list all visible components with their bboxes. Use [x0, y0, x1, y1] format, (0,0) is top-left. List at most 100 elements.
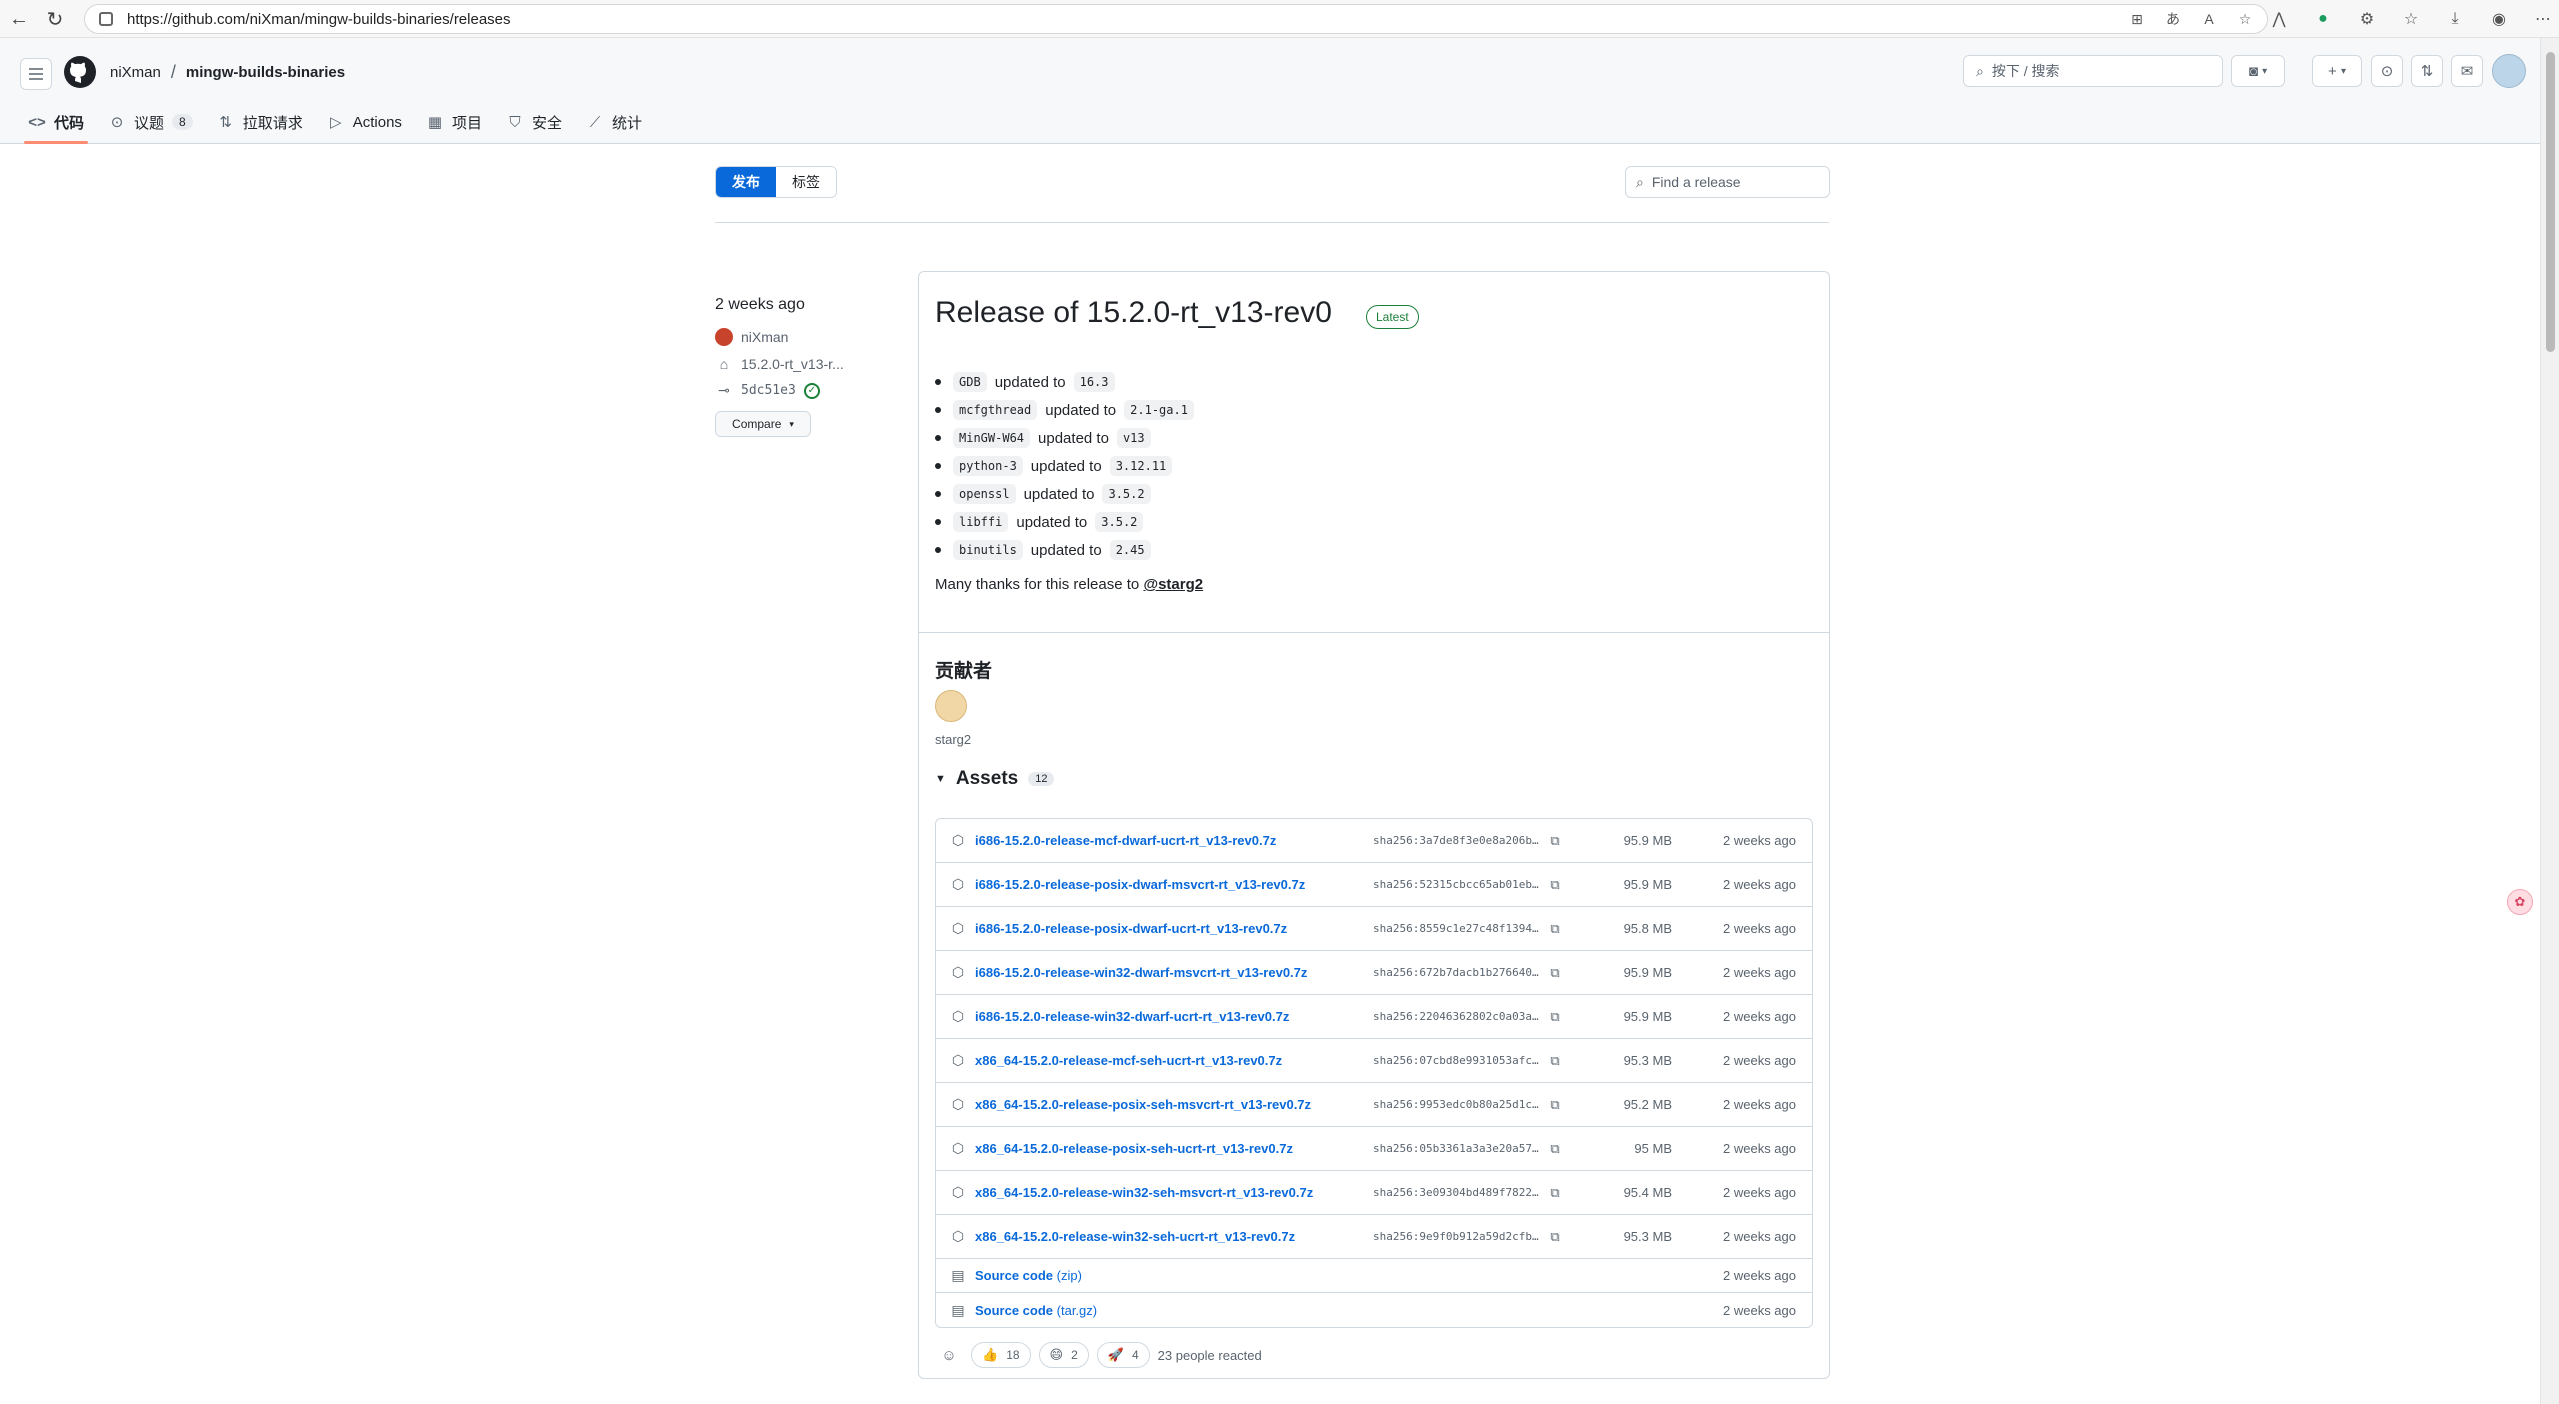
tab-insights[interactable]: ⟋ 统计	[574, 100, 654, 144]
mention-link[interactable]: @starg2	[1143, 576, 1203, 593]
commit-sha[interactable]: 5dc51e3	[741, 383, 796, 398]
asset-download-link[interactable]: x86_64-15.2.0-release-mcf-seh-ucrt-rt_v1…	[975, 1053, 1282, 1068]
pull-requests-button[interactable]: ⇅	[2411, 55, 2443, 87]
asset-download-link[interactable]: x86_64-15.2.0-release-posix-seh-msvcrt-r…	[975, 1097, 1311, 1112]
copy-icon[interactable]: ⧉	[1547, 1053, 1563, 1069]
reaction-thumbs-up[interactable]: 👍 18	[971, 1342, 1031, 1368]
extension-icon[interactable]: ⋀	[2266, 6, 2292, 32]
asset-sha256: sha256:52315cbcc65ab01eb…	[1373, 878, 1539, 891]
change-text: updated to	[1030, 541, 1102, 559]
inbox-icon: ✉	[2460, 63, 2474, 80]
extension-green-icon[interactable]: ●	[2310, 6, 2336, 32]
file-zip-icon: ▤	[951, 1301, 965, 1318]
tab-projects[interactable]: ▦ 项目	[414, 100, 494, 144]
repo-owner-link[interactable]: niXman	[110, 64, 161, 81]
release-tag[interactable]: ⌂ 15.2.0-rt_v13-r...	[715, 356, 895, 372]
translate-widget-icon[interactable]: ✿	[2507, 889, 2533, 915]
asset-download-link[interactable]: x86_64-15.2.0-release-win32-seh-msvcrt-r…	[975, 1185, 1313, 1200]
copy-icon[interactable]: ⧉	[1547, 1009, 1563, 1025]
reaction-rocket[interactable]: 🚀 4	[1096, 1342, 1150, 1368]
repo-name-link[interactable]: mingw-builds-binaries	[186, 64, 345, 81]
read-aloud-icon[interactable]: A	[2199, 9, 2219, 29]
contributor-name[interactable]: starg2	[935, 732, 971, 747]
asset-download-link[interactable]: i686-15.2.0-release-posix-dwarf-msvcrt-r…	[975, 877, 1305, 892]
find-release-input[interactable]: ⌕ Find a release	[1625, 166, 1830, 198]
asset-download-link[interactable]: i686-15.2.0-release-mcf-dwarf-ucrt-rt_v1…	[975, 833, 1276, 848]
favorite-star-icon[interactable]: ☆	[2235, 9, 2255, 29]
asset-sha256: sha256:3e09304bd489f7822…	[1373, 1186, 1539, 1199]
graph-icon: ⟋	[589, 113, 601, 131]
menu-button[interactable]	[20, 58, 52, 90]
assets-toggle[interactable]: ▼ Assets 12	[935, 768, 1055, 790]
change-text: updated to	[1016, 513, 1088, 531]
asset-download-link[interactable]: i686-15.2.0-release-posix-dwarf-ucrt-rt_…	[975, 921, 1287, 936]
more-options-icon[interactable]: ⋯	[2530, 6, 2556, 32]
create-new-button[interactable]: + ▾	[2312, 55, 2362, 87]
asset-date: 2 weeks ago	[1723, 1009, 1796, 1024]
tab-label: 安全	[531, 114, 562, 132]
add-reaction-icon[interactable]: ☺	[935, 1342, 963, 1368]
asset-sha256: sha256:07cbd8e9931053afc…	[1373, 1054, 1539, 1067]
copy-icon[interactable]: ⧉	[1547, 1141, 1563, 1157]
thanks-label: Many thanks for this release to	[935, 576, 1140, 593]
page-scrollbar[interactable]	[2540, 38, 2559, 1404]
address-bar[interactable]: https://github.com/niXman/mingw-builds-b…	[84, 4, 2268, 34]
tab-actions[interactable]: ▷ Actions	[315, 100, 414, 144]
downloads-icon[interactable]: ⤓	[2442, 6, 2468, 32]
copy-icon[interactable]: ⧉	[1547, 965, 1563, 981]
translate-icon[interactable]: あ	[2163, 9, 2183, 29]
asset-size: 95.2 MB	[1623, 1097, 1672, 1112]
copy-icon[interactable]: ⧉	[1547, 1229, 1563, 1245]
search-input[interactable]: ⌕ 按下 / 搜索	[1963, 55, 2223, 87]
asset-sha256: sha256:672b7dacb1b276640…	[1373, 966, 1539, 979]
back-icon[interactable]: ←	[6, 6, 32, 32]
tab-security[interactable]: ⛉ 安全	[494, 100, 574, 144]
chevron-down-icon: ▾	[2262, 65, 2268, 77]
profile-icon[interactable]: ◉	[2486, 6, 2512, 32]
inbox-button[interactable]: ✉	[2451, 55, 2483, 87]
list-item: mcfgthread updated to 2.1-ga.1	[935, 396, 1194, 424]
app-available-icon[interactable]: ⊞	[2127, 9, 2147, 29]
copilot-icon: ◙	[2248, 62, 2258, 80]
copy-icon[interactable]: ⧉	[1547, 833, 1563, 849]
reload-icon[interactable]: ↻	[42, 6, 68, 32]
copy-icon[interactable]: ⧉	[1547, 1097, 1563, 1113]
package-version: 2.45	[1109, 540, 1151, 560]
asset-size: 95.3 MB	[1623, 1229, 1672, 1244]
asset-date: 2 weeks ago	[1723, 1229, 1796, 1244]
tags-tab[interactable]: 标签	[776, 167, 836, 197]
releases-tab[interactable]: 发布	[716, 167, 776, 197]
reaction-laugh[interactable]: 😄 2	[1038, 1342, 1089, 1368]
copy-icon[interactable]: ⧉	[1547, 921, 1563, 937]
compare-button[interactable]: Compare ▾	[715, 411, 811, 437]
check-circle-icon[interactable]: ✓	[803, 382, 820, 399]
tag-name[interactable]: 15.2.0-rt_v13-r...	[741, 356, 844, 372]
assets-list: ⬡ i686-15.2.0-release-mcf-dwarf-ucrt-rt_v…	[935, 818, 1813, 1328]
copy-icon[interactable]: ⧉	[1547, 877, 1563, 893]
asset-download-link[interactable]: i686-15.2.0-release-win32-dwarf-ucrt-rt_…	[975, 1009, 1289, 1024]
copy-icon[interactable]: ⧉	[1547, 1185, 1563, 1201]
breadcrumb: niXman / mingw-builds-binaries	[110, 62, 345, 83]
release-title[interactable]: Release of 15.2.0-rt_v13-rev0	[935, 296, 1332, 330]
extensions-icon[interactable]: ⚙	[2354, 6, 2380, 32]
contributor-avatar[interactable]	[935, 690, 967, 722]
user-avatar[interactable]	[2492, 54, 2526, 88]
asset-download-link[interactable]: x86_64-15.2.0-release-win32-seh-ucrt-rt_…	[975, 1229, 1295, 1244]
favorites-icon[interactable]: ☆	[2398, 6, 2424, 32]
asset-download-link[interactable]: x86_64-15.2.0-release-posix-seh-ucrt-rt_…	[975, 1141, 1293, 1156]
source-download-link[interactable]: Source code (zip)	[975, 1268, 1082, 1283]
release-commit[interactable]: ⊸ 5dc51e3 ✓	[715, 382, 895, 399]
asset-download-link[interactable]: i686-15.2.0-release-win32-dwarf-msvcrt-r…	[975, 965, 1307, 980]
tab-pull-requests[interactable]: ⇅ 拉取请求	[205, 100, 315, 144]
github-logo-icon[interactable]	[64, 56, 96, 88]
scrollbar-thumb[interactable]	[2546, 52, 2555, 352]
site-info-icon[interactable]	[99, 12, 113, 26]
copilot-button[interactable]: ◙ ▾	[2231, 55, 2285, 87]
url-text: https://github.com/niXman/mingw-builds-b…	[127, 10, 511, 28]
tab-code[interactable]: <> 代码	[16, 100, 96, 144]
source-download-link[interactable]: Source code (tar.gz)	[975, 1303, 1097, 1318]
author-name[interactable]: niXman	[741, 329, 788, 345]
release-author[interactable]: niXman	[715, 328, 895, 346]
tab-issues[interactable]: ⊙ 议题 8	[96, 100, 205, 144]
issues-button[interactable]: ⊙	[2371, 55, 2403, 87]
